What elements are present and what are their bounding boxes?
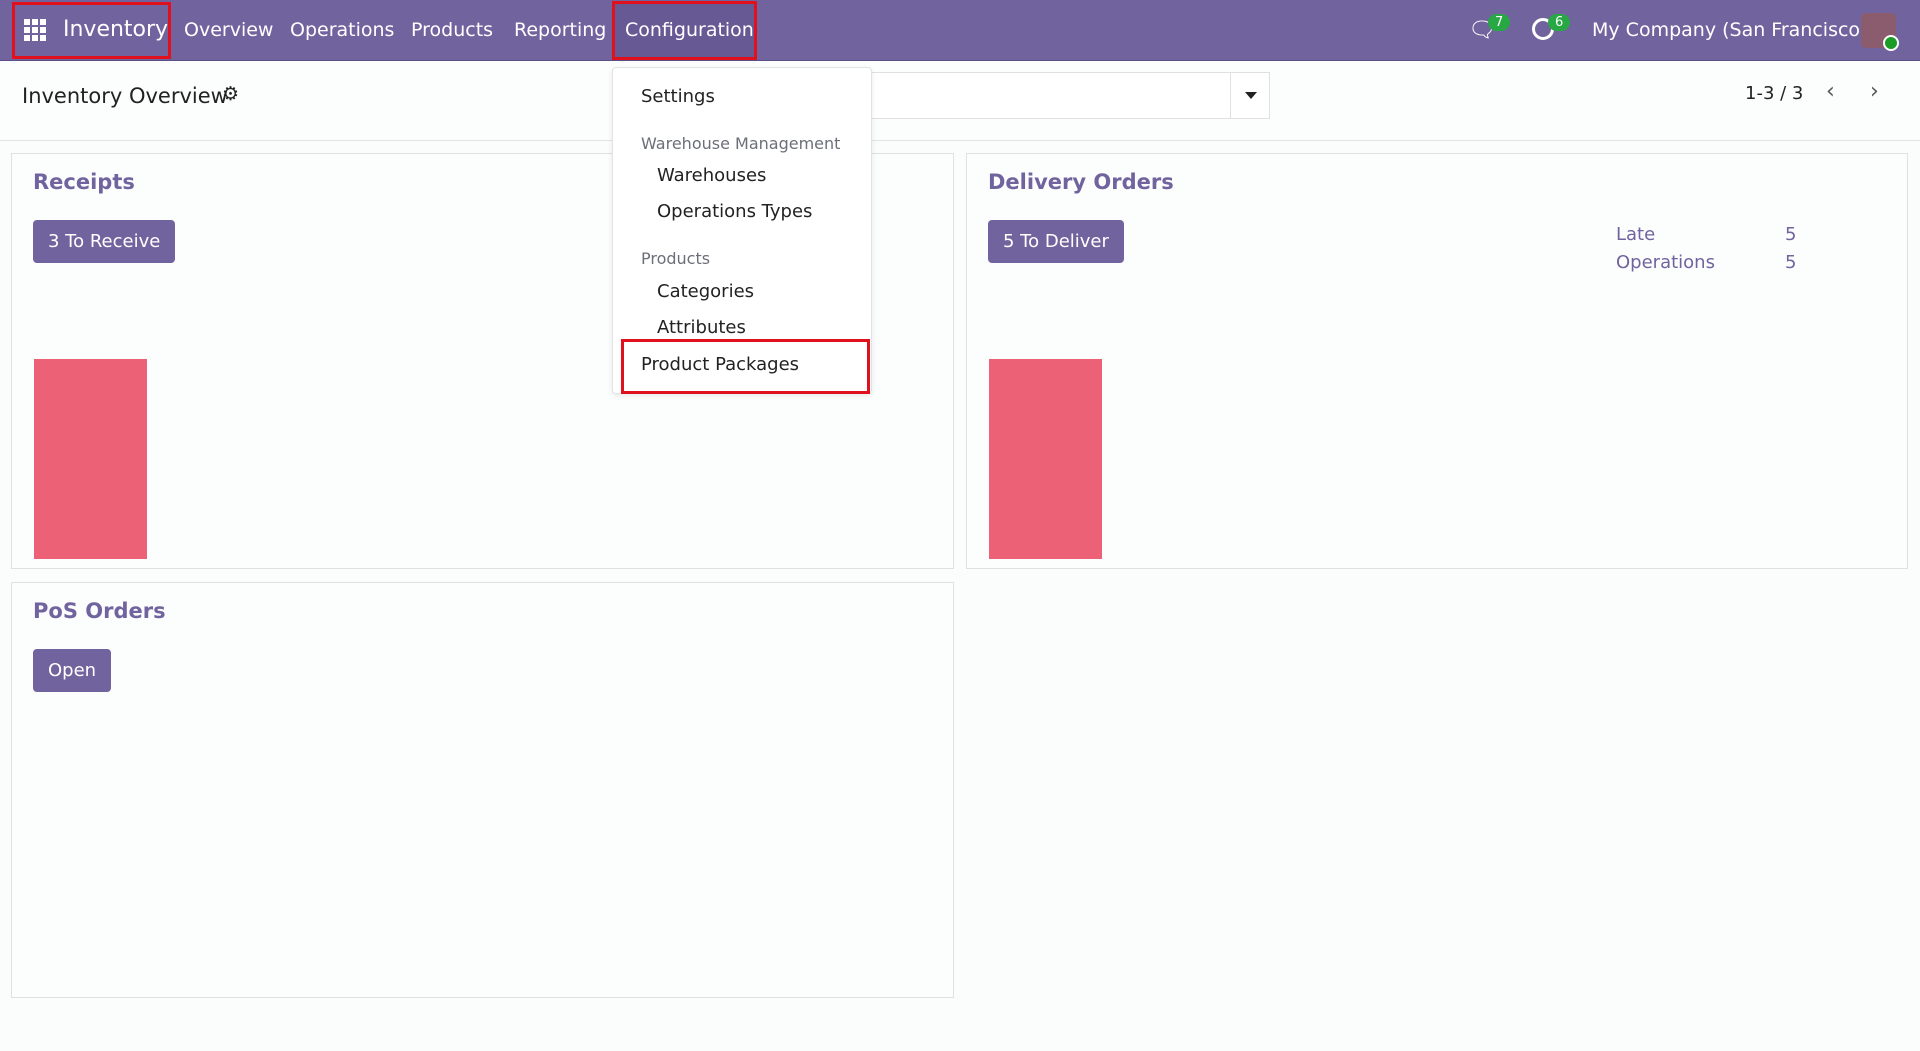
card-title[interactable]: Delivery Orders — [988, 170, 1174, 194]
card-title[interactable]: PoS Orders — [33, 599, 166, 623]
online-status-icon — [1883, 35, 1899, 51]
delivery-orders-card: Delivery Orders 5 To Deliver Late 5 Oper… — [966, 153, 1908, 569]
to-deliver-button[interactable]: 5 To Deliver — [988, 220, 1124, 263]
card-title[interactable]: Receipts — [33, 170, 135, 194]
menu-item-product-packages[interactable]: Product Packages — [641, 354, 799, 375]
graph-bar[interactable] — [989, 359, 1102, 559]
nav-reporting[interactable]: Reporting — [514, 19, 606, 41]
menu-item-categories[interactable]: Categories — [657, 281, 754, 302]
pager-value: 1-3 / 3 — [1745, 83, 1804, 104]
user-avatar[interactable] — [1861, 13, 1899, 51]
pos-orders-card: PoS Orders Open — [11, 582, 954, 998]
app-name[interactable]: Inventory — [63, 17, 168, 42]
menu-item-operations-types[interactable]: Operations Types — [657, 201, 812, 222]
nav-operations[interactable]: Operations — [290, 19, 394, 41]
open-button[interactable]: Open — [33, 649, 112, 692]
operations-value[interactable]: 5 — [1785, 252, 1796, 273]
messages-badge: 7 — [1488, 14, 1511, 31]
control-panel: Inventory Overview ⚙ 1-3 / 3 ‹ › — [0, 61, 1920, 141]
late-value[interactable]: 5 — [1785, 224, 1796, 245]
menu-item-warehouses[interactable]: Warehouses — [657, 165, 766, 186]
nav-products[interactable]: Products — [411, 19, 493, 41]
top-navbar: Inventory Overview Operations Products R… — [0, 0, 1920, 61]
apps-grid-icon[interactable] — [24, 19, 46, 41]
menu-item-settings[interactable]: Settings — [641, 86, 715, 107]
page-title: Inventory Overview — [22, 84, 228, 108]
caret-down-icon — [1245, 92, 1257, 99]
menu-header-warehouse: Warehouse Management — [641, 134, 841, 153]
pager-next-icon[interactable]: › — [1870, 79, 1879, 104]
graph-bar[interactable] — [34, 359, 147, 559]
search-options-toggle[interactable] — [1230, 73, 1269, 118]
nav-overview[interactable]: Overview — [184, 19, 273, 41]
company-switcher[interactable]: My Company (San Francisco) — [1592, 19, 1867, 41]
search-input[interactable] — [860, 72, 1270, 119]
to-receive-button[interactable]: 3 To Receive — [33, 220, 176, 263]
configuration-dropdown: Settings Warehouse Management Warehouses… — [612, 67, 872, 394]
menu-header-products: Products — [641, 249, 711, 268]
pager-prev-icon[interactable]: ‹ — [1826, 79, 1835, 104]
gear-icon[interactable]: ⚙ — [222, 83, 239, 105]
activities-badge: 6 — [1548, 14, 1571, 31]
nav-configuration[interactable]: Configuration — [625, 19, 754, 41]
operations-label[interactable]: Operations — [1616, 252, 1715, 273]
menu-item-attributes[interactable]: Attributes — [657, 317, 746, 338]
late-label[interactable]: Late — [1616, 224, 1655, 245]
